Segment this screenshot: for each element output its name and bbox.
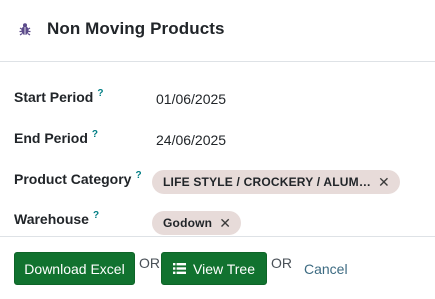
warehouse-row: Warehouse? Godown ✕ (0, 208, 435, 238)
product-category-tag: LIFE STYLE / CROCKERY / ALUM… ✕ (152, 170, 400, 194)
list-icon (173, 263, 186, 274)
warehouse-label: Warehouse? (14, 210, 100, 227)
or-separator: OR (271, 255, 292, 271)
download-excel-button[interactable]: Download Excel (14, 252, 135, 285)
end-period-input[interactable]: 24/06/2025 (156, 132, 226, 148)
remove-tag-icon[interactable]: ✕ (378, 175, 390, 189)
help-icon[interactable]: ? (97, 88, 103, 99)
or-separator: OR (139, 255, 160, 271)
start-period-label: Start Period? (14, 88, 104, 105)
start-period-row: Start Period? 01/06/2025 (0, 86, 435, 116)
product-category-row: Product Category? LIFE STYLE / CROCKERY … (0, 168, 435, 198)
warehouse-tag: Godown ✕ (152, 211, 241, 235)
product-category-label: Product Category? (14, 170, 142, 187)
start-period-input[interactable]: 01/06/2025 (156, 91, 226, 107)
help-icon[interactable]: ? (135, 170, 141, 181)
footer-divider (0, 236, 435, 237)
cancel-button[interactable]: Cancel (304, 261, 348, 277)
end-period-label: End Period? (14, 129, 99, 146)
view-tree-label: View Tree (193, 260, 255, 277)
bug-icon (19, 23, 31, 36)
help-icon[interactable]: ? (93, 210, 99, 221)
tag-label: Godown (163, 216, 213, 230)
help-icon[interactable]: ? (92, 129, 98, 140)
dialog-header: Non Moving Products (0, 0, 435, 62)
end-period-row: End Period? 24/06/2025 (0, 127, 435, 157)
remove-tag-icon[interactable]: ✕ (219, 216, 231, 230)
tag-label: LIFE STYLE / CROCKERY / ALUM… (163, 175, 372, 189)
view-tree-button[interactable]: View Tree (161, 252, 267, 285)
dialog-title: Non Moving Products (47, 19, 225, 38)
